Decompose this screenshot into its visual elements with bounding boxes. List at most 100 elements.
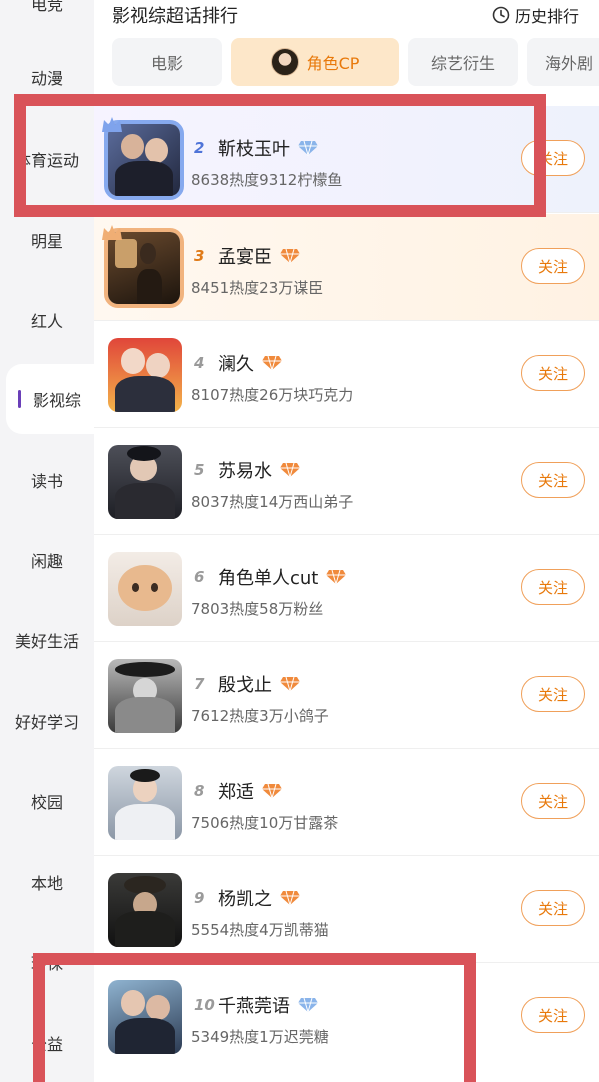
supertopic-name: 千燕莞语	[218, 992, 318, 1018]
supertopic-name-text: 角色单人cut	[218, 568, 319, 589]
sidebar-item-charity[interactable]: 公益	[0, 1008, 94, 1078]
rank-number: 10	[194, 996, 215, 1014]
list-item[interactable]: 9 杨凯之 5554热度4万凯蒂猫 关注	[94, 856, 599, 963]
heat-and-fans: 5554热度4万凯蒂猫	[191, 921, 329, 939]
supertopic-name-text: 靳枝玉叶	[218, 139, 290, 160]
supertopic-name-text: 郑适	[218, 782, 254, 803]
supertopic-cover	[108, 873, 182, 947]
history-ranking-button[interactable]: 历史排行	[492, 3, 579, 27]
supertopic-name: 苏易水	[218, 457, 300, 483]
sidebar-item-label: 红人	[30, 312, 63, 331]
history-ranking-label: 历史排行	[514, 7, 579, 26]
follow-button[interactable]: 关注	[521, 355, 585, 391]
follow-button[interactable]: 关注	[521, 248, 585, 284]
supertopic-cover	[108, 552, 182, 626]
follow-button[interactable]: 关注	[521, 783, 585, 819]
sidebar-item-anime[interactable]: 动漫	[0, 42, 94, 112]
tab-label: 电影	[150, 54, 183, 73]
diamond-blue-icon	[298, 997, 318, 1013]
ranking-header: 影视综超话排行 历史排行	[94, 0, 599, 32]
follow-button[interactable]: 关注	[521, 140, 585, 176]
sidebar-item-esports[interactable]: 电竞	[0, 0, 94, 38]
diamond-orange-icon	[262, 355, 282, 371]
supertopic-name-text: 殷戈止	[218, 675, 272, 696]
follow-button[interactable]: 关注	[521, 676, 585, 712]
sidebar-item-campus[interactable]: 校园	[0, 766, 94, 836]
crown-badge-icon	[102, 117, 122, 132]
supertopic-cover	[108, 980, 182, 1054]
list-item[interactable]: 5 苏易水 8037热度14万西山弟子 关注	[94, 428, 599, 535]
sidebar-item-eco[interactable]: 环保	[0, 927, 94, 997]
page-title: 影视综超话排行	[112, 6, 238, 27]
diamond-blue-icon	[298, 140, 318, 156]
sidebar-item-label: 闲趣	[30, 552, 63, 571]
tab-label: 角色CP	[306, 54, 360, 73]
list-item[interactable]: 6 角色单人cut 7803热度58万粉丝 关注	[94, 535, 599, 642]
supertopic-cover	[108, 766, 182, 840]
diamond-orange-icon	[262, 783, 282, 799]
rank-number: 6	[194, 568, 205, 586]
sidebar-item-local[interactable]: 本地	[0, 847, 94, 917]
tab-avatar	[270, 48, 299, 76]
list-item[interactable]: 7 殷戈止 7612热度3万小鸽子 关注	[94, 642, 599, 749]
heat-and-fans: 8107热度26万块巧克力	[191, 386, 354, 404]
supertopic-name-text: 苏易水	[218, 461, 272, 482]
sidebar-item-sports[interactable]: 体育运动	[0, 124, 94, 194]
subcategory-tabs: 电影 角色CP 综艺衍生 海外剧	[112, 38, 599, 88]
sidebar-item-label: 动漫	[30, 69, 63, 88]
active-indicator	[18, 390, 21, 408]
sidebar-item-influencers[interactable]: 红人	[0, 285, 94, 355]
sidebar-item-label: 明星	[30, 232, 63, 251]
follow-button[interactable]: 关注	[521, 569, 585, 605]
tab-variety-derivative[interactable]: 综艺衍生	[408, 38, 518, 86]
rank-number: 7	[194, 675, 205, 693]
list-item[interactable]: 3 孟宴臣 8451热度23万谋臣 关注	[94, 214, 599, 321]
supertopic-name: 孟宴臣	[218, 243, 300, 269]
supertopic-name-text: 千燕莞语	[218, 996, 290, 1017]
supertopic-name-text: 澜久	[218, 354, 254, 375]
list-item[interactable]: 2 靳枝玉叶 8638热度9312柠檬鱼 关注	[94, 106, 599, 213]
supertopic-name: 澜久	[218, 350, 282, 376]
sidebar-item-reading[interactable]: 读书	[0, 445, 94, 515]
list-item[interactable]: 10 千燕莞语 5349热度1万迟莞糖 关注	[94, 963, 599, 1070]
category-sidebar: 电竞 动漫 体育运动 明星 红人 影视综 读书 闲趣 美好生活 好好学习 校园 …	[0, 0, 94, 1082]
supertopic-cover	[108, 445, 182, 519]
follow-button[interactable]: 关注	[521, 890, 585, 926]
sidebar-item-study[interactable]: 好好学习	[0, 686, 94, 756]
sidebar-item-good-life[interactable]: 美好生活	[0, 605, 94, 675]
sidebar-item-film-tv-variety[interactable]: 影视综	[6, 364, 94, 434]
sidebar-item-label: 校园	[30, 793, 63, 812]
sidebar-item-label: 电竞	[30, 0, 63, 14]
rank-number: 2	[194, 139, 205, 157]
list-item[interactable]: 8 郑适 7506热度10万甘露茶 关注	[94, 749, 599, 856]
rank-number: 5	[194, 461, 205, 479]
tab-overseas-drama[interactable]: 海外剧	[527, 38, 599, 86]
heat-and-fans: 7803热度58万粉丝	[191, 600, 324, 618]
heat-and-fans: 8638热度9312柠檬鱼	[191, 171, 343, 189]
diamond-orange-icon	[280, 248, 300, 264]
diamond-orange-icon	[280, 676, 300, 692]
heat-and-fans: 7612热度3万小鸽子	[191, 707, 329, 725]
follow-button[interactable]: 关注	[521, 462, 585, 498]
follow-button[interactable]: 关注	[521, 997, 585, 1033]
diamond-orange-icon	[280, 462, 300, 478]
tab-label: 海外剧	[545, 54, 594, 73]
ranking-panel: 影视综超话排行 历史排行 电影 角色CP 综艺衍生 海外剧 2 靳枝玉叶 863…	[94, 0, 599, 1082]
clock-icon	[492, 6, 510, 24]
sidebar-item-label: 好好学习	[14, 713, 79, 732]
rank-number: 4	[194, 354, 205, 372]
rank-number: 8	[194, 782, 205, 800]
sidebar-item-label: 本地	[30, 874, 63, 893]
heat-and-fans: 8451热度23万谋臣	[191, 279, 324, 297]
rank-number: 9	[194, 889, 205, 907]
list-item[interactable]: 4 澜久 8107热度26万块巧克力 关注	[94, 321, 599, 428]
tab-movies[interactable]: 电影	[112, 38, 222, 86]
supertopic-name: 殷戈止	[218, 671, 300, 697]
sidebar-item-stars[interactable]: 明星	[0, 205, 94, 275]
sidebar-item-leisure[interactable]: 闲趣	[0, 525, 94, 595]
diamond-orange-icon	[280, 890, 300, 906]
tab-character-cp[interactable]: 角色CP	[231, 38, 399, 86]
tab-label: 综艺衍生	[430, 54, 495, 73]
supertopic-name: 杨凯之	[218, 885, 300, 911]
sidebar-item-label: 公益	[30, 1035, 63, 1054]
